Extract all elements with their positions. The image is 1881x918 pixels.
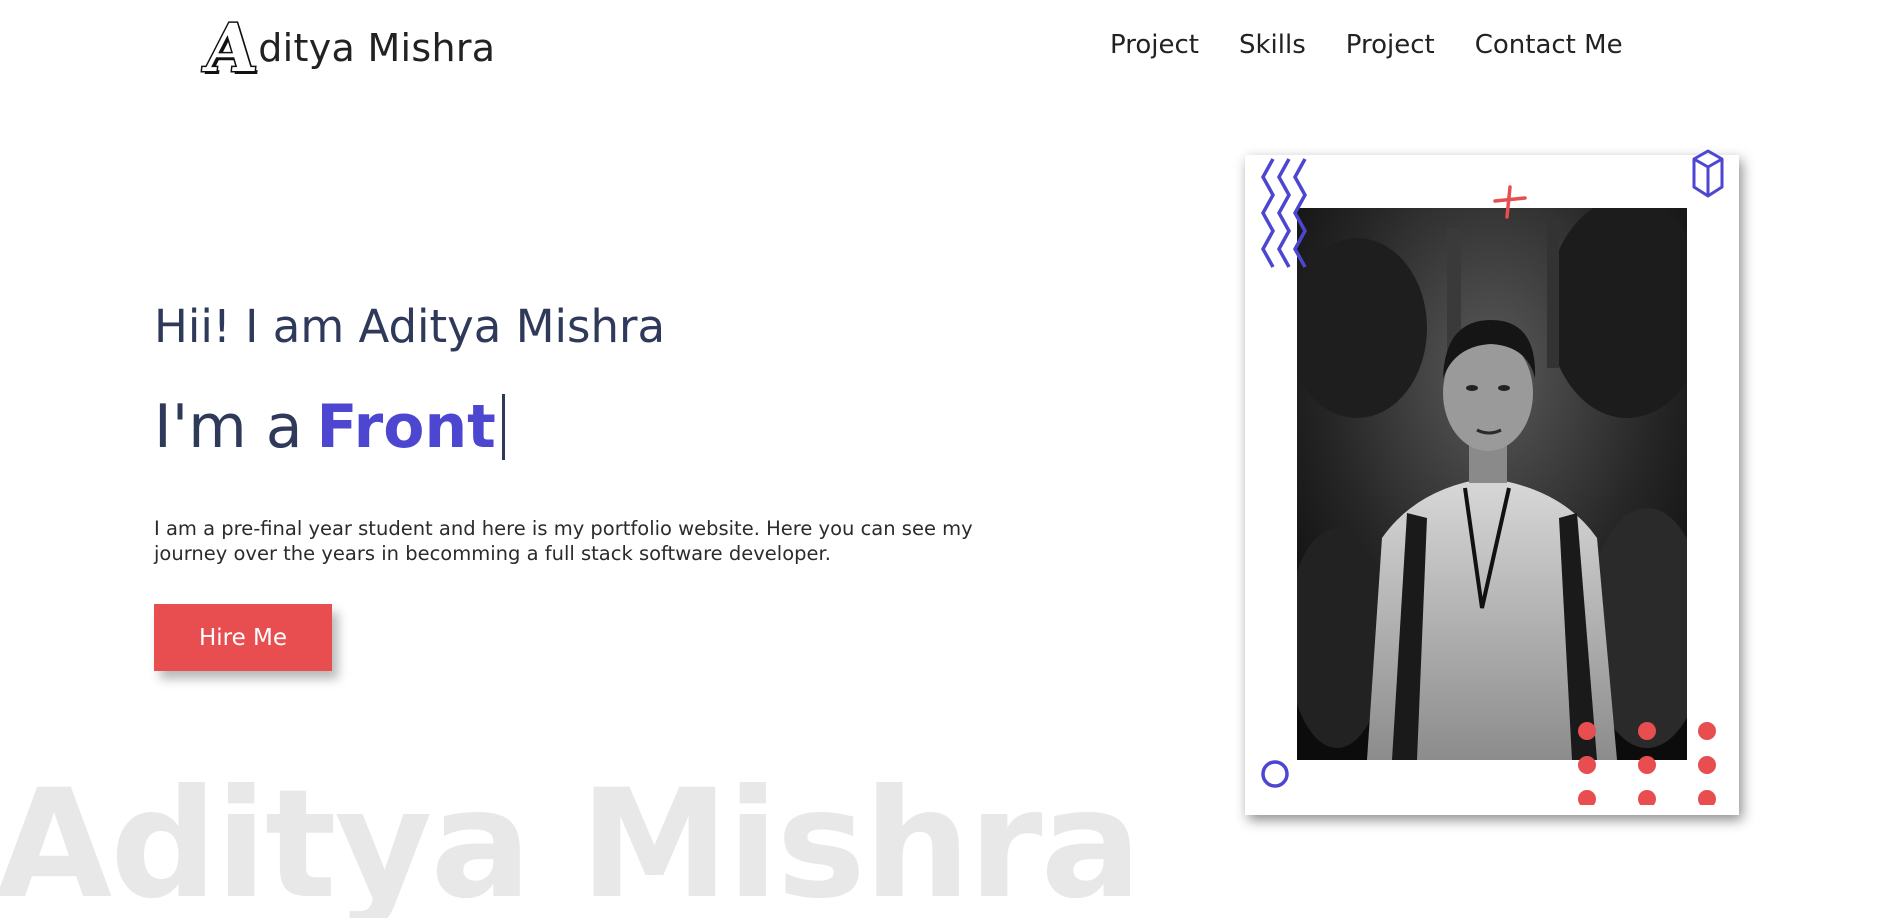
logo-initial: A xyxy=(199,8,261,89)
role-typed-word: Front xyxy=(316,392,496,462)
site-logo[interactable]: A ditya Mishra xyxy=(199,8,496,89)
logo-text: ditya Mishra xyxy=(258,26,496,70)
role-prefix: I'm a xyxy=(154,392,303,462)
profile-photo xyxy=(1297,208,1687,760)
hire-me-button[interactable]: Hire Me xyxy=(154,604,332,671)
ring-decoration-icon xyxy=(1261,760,1289,788)
hero-description: I am a pre-final year student and here i… xyxy=(154,517,973,565)
profile-photo-card xyxy=(1245,149,1739,815)
nav-project-2[interactable]: Project xyxy=(1346,30,1435,60)
cross-decoration-icon xyxy=(1493,185,1527,219)
background-name-watermark: Aditya Mishra xyxy=(0,758,1142,918)
hero-role-line: I'm a Front xyxy=(154,392,505,462)
cube-decoration-icon xyxy=(1692,149,1724,198)
hero-greeting: Hii! I am Aditya Mishra xyxy=(154,300,666,353)
typing-cursor xyxy=(501,394,505,460)
zigzag-decoration-icon xyxy=(1260,158,1308,268)
nav-skills[interactable]: Skills xyxy=(1239,30,1306,60)
nav-project[interactable]: Project xyxy=(1110,30,1199,60)
main-nav: Project Skills Project Contact Me xyxy=(1110,30,1623,60)
nav-contact-me[interactable]: Contact Me xyxy=(1475,30,1623,60)
dot-grid-decoration-icon xyxy=(1578,722,1716,805)
